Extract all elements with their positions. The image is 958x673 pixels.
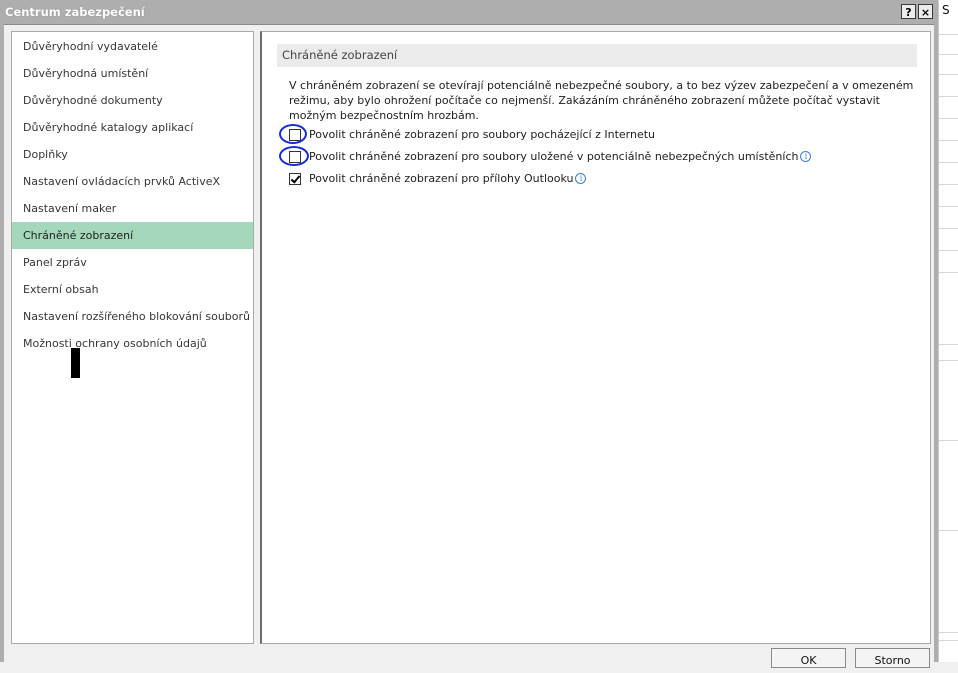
dialog-frame-left (0, 24, 4, 662)
help-button[interactable]: ? (901, 4, 916, 19)
background-row-line (939, 632, 958, 633)
close-button[interactable]: × (918, 4, 933, 19)
background-row-line (939, 54, 958, 55)
background-window-text: S (942, 3, 950, 17)
sidebar-item-privacy-options[interactable]: Možnosti ochrany osobních údajů (12, 330, 253, 357)
option-label-wrap: Povolit chráněné zobrazení pro soubory u… (309, 150, 812, 163)
sidebar-item-protected-view[interactable]: Chráněné zobrazení (12, 222, 253, 249)
settings-panel: Chráněné zobrazení V chráněném zobrazení… (260, 31, 931, 644)
dialog-title: Centrum zabezpečení (5, 5, 145, 19)
option-label: Povolit chráněné zobrazení pro soubory p… (309, 128, 656, 141)
background-row-line (939, 440, 958, 441)
annotation-circle (279, 124, 307, 144)
option-label: Povolit chráněné zobrazení pro soubory u… (309, 150, 799, 163)
option-label: Povolit chráněné zobrazení pro přílohy O… (309, 172, 574, 185)
annotation-circle (279, 146, 309, 166)
background-row-line (939, 34, 958, 35)
sidebar-item-message-bar[interactable]: Panel zpráv (12, 249, 253, 276)
background-row-line (939, 250, 958, 251)
sidebar-item-trusted-locations[interactable]: Důvěryhodná umístění (12, 60, 253, 87)
sidebar-item-file-block-settings[interactable]: Nastavení rozšířeného blokování souborů (12, 303, 253, 330)
section-description: V chráněném zobrazení se otevírají poten… (289, 79, 914, 122)
background-row-line (939, 640, 958, 641)
background-row-line (939, 360, 958, 361)
sidebar-item-trusted-documents[interactable]: Důvěryhodné dokumenty (12, 87, 253, 114)
sidebar-item-macro-settings[interactable]: Nastavení maker (12, 195, 253, 222)
info-icon[interactable]: i (800, 151, 812, 162)
sidebar-nav: Důvěryhodní vydavatelé Důvěryhodná umíst… (11, 31, 254, 644)
checkbox-outlook-attachments[interactable] (289, 173, 301, 185)
option-label-wrap: Povolit chráněné zobrazení pro přílohy O… (309, 172, 587, 185)
background-row-line (939, 96, 958, 97)
sidebar-item-addins[interactable]: Doplňky (12, 141, 253, 168)
cancel-button[interactable]: Storno (855, 648, 930, 668)
dialog-titlebar[interactable]: Centrum zabezpečení ? × (0, 0, 938, 25)
background-row-line (939, 272, 958, 273)
background-row-line (939, 530, 958, 531)
background-row-line (939, 118, 958, 119)
background-row-line (939, 228, 958, 229)
background-row-line (939, 184, 958, 185)
sidebar-item-activex-settings[interactable]: Nastavení ovládacích prvků ActiveX (12, 168, 253, 195)
background-row-line (939, 140, 958, 141)
background-row-line (939, 344, 958, 345)
ok-button[interactable]: OK (771, 648, 846, 668)
sidebar-item-trusted-app-catalogs[interactable]: Důvěryhodné katalogy aplikací (12, 114, 253, 141)
background-window-edge: S (938, 0, 958, 662)
sidebar-item-external-content[interactable]: Externí obsah (12, 276, 253, 303)
section-title: Chráněné zobrazení (277, 44, 917, 67)
text-cursor-marker (71, 348, 80, 378)
info-icon[interactable]: i (575, 173, 587, 184)
background-row-line (939, 74, 958, 75)
dialog-frame-right (934, 24, 938, 662)
background-row-line (939, 206, 958, 207)
background-row-line (939, 162, 958, 163)
sidebar-item-trusted-publishers[interactable]: Důvěryhodní vydavatelé (12, 33, 253, 60)
